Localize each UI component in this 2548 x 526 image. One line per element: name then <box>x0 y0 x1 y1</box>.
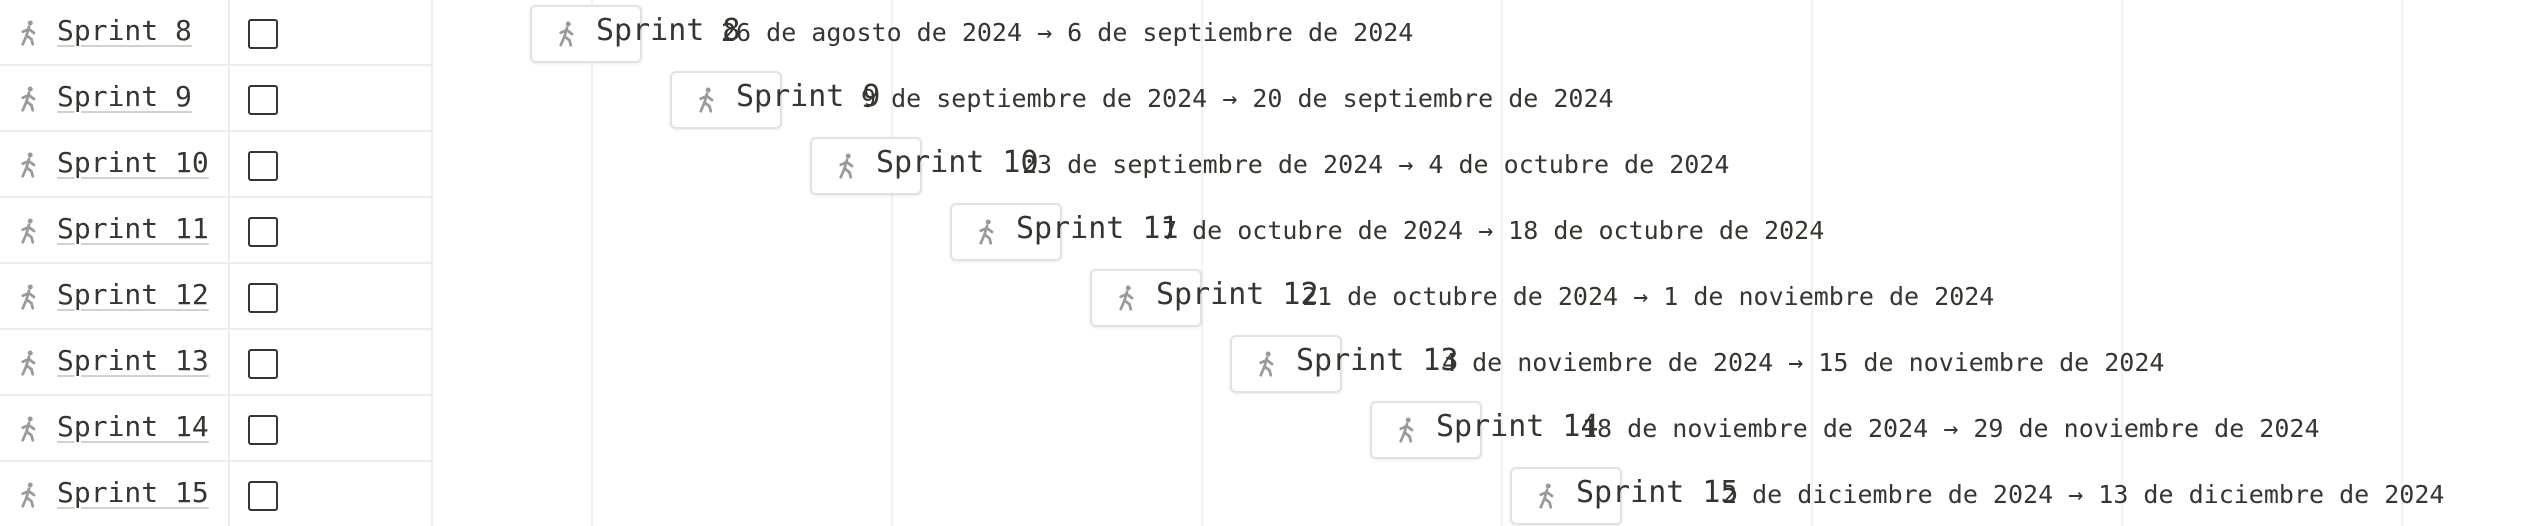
name-cell[interactable]: Sprint 12 <box>0 264 230 328</box>
timeline-row: Sprint 15 2 de diciembre de 2024 → 13 de… <box>435 462 2548 526</box>
bar-date-range: 26 de agosto de 2024 → 6 de septiembre d… <box>721 18 1414 47</box>
sprint-name-link[interactable]: Sprint 9 <box>57 80 192 114</box>
checkbox-cell <box>232 66 431 130</box>
walking-person-icon <box>692 85 722 115</box>
bar-title: Sprint 14 <box>1436 409 1599 444</box>
walking-person-icon <box>14 18 44 48</box>
walking-person-icon <box>972 217 1002 247</box>
walking-person-icon <box>14 84 44 114</box>
table-row[interactable]: Sprint 9 <box>0 66 433 132</box>
bar-date-range: 23 de septiembre de 2024 → 4 de octubre … <box>1022 150 1730 179</box>
timeline-row: Sprint 10 23 de septiembre de 2024 → 4 d… <box>435 132 2548 198</box>
bar-date-range: 18 de noviembre de 2024 → 29 de noviembr… <box>1582 414 2320 443</box>
walking-person-icon <box>1112 283 1142 313</box>
bar-title: Sprint 12 <box>1156 277 1319 312</box>
sprint-table: Sprint 8 Sprint 9 Sprint 10 Sprint 11 Sp… <box>0 0 433 526</box>
walking-person-icon <box>14 480 44 510</box>
timeline-row: Sprint 13 4 de noviembre de 2024 → 15 de… <box>435 330 2548 396</box>
checkbox-cell <box>232 264 431 328</box>
sprint-checkbox[interactable] <box>248 349 278 379</box>
sprint-name-link[interactable]: Sprint 8 <box>57 14 192 48</box>
table-row[interactable]: Sprint 14 <box>0 396 433 462</box>
walking-person-icon <box>1252 349 1282 379</box>
name-cell[interactable]: Sprint 15 <box>0 462 230 526</box>
bar-title: Sprint 10 <box>876 145 1039 180</box>
walking-person-icon <box>14 414 44 444</box>
bar-title: Sprint 15 <box>1576 475 1739 510</box>
checkbox-cell <box>232 396 431 460</box>
name-cell[interactable]: Sprint 13 <box>0 330 230 394</box>
name-cell[interactable]: Sprint 8 <box>0 0 230 64</box>
walking-person-icon <box>1532 481 1562 511</box>
timeline-row: Sprint 8 26 de agosto de 2024 → 6 de sep… <box>435 0 2548 66</box>
table-row[interactable]: Sprint 11 <box>0 198 433 264</box>
bar-date-range: 2 de diciembre de 2024 → 13 de diciembre… <box>1722 480 2445 509</box>
sprint-checkbox[interactable] <box>248 217 278 247</box>
sprint-name-link[interactable]: Sprint 14 <box>57 410 209 444</box>
sprint-checkbox[interactable] <box>248 85 278 115</box>
table-row[interactable]: Sprint 15 <box>0 462 433 526</box>
sprint-checkbox[interactable] <box>248 481 278 511</box>
bar-date-range: 9 de septiembre de 2024 → 20 de septiemb… <box>861 84 1614 113</box>
name-cell[interactable]: Sprint 9 <box>0 66 230 130</box>
timeline-row: Sprint 14 18 de noviembre de 2024 → 29 d… <box>435 396 2548 462</box>
table-row[interactable]: Sprint 12 <box>0 264 433 330</box>
checkbox-cell <box>232 462 431 526</box>
timeline-row: Sprint 11 7 de octubre de 2024 → 18 de o… <box>435 198 2548 264</box>
walking-person-icon <box>14 150 44 180</box>
walking-person-icon <box>14 216 44 246</box>
sprint-checkbox[interactable] <box>248 151 278 181</box>
bar-title: Sprint 9 <box>736 79 881 114</box>
walking-person-icon <box>14 348 44 378</box>
walking-person-icon <box>14 282 44 312</box>
bar-date-range: 4 de noviembre de 2024 → 15 de noviembre… <box>1442 348 2165 377</box>
walking-person-icon <box>832 151 862 181</box>
name-cell[interactable]: Sprint 11 <box>0 198 230 262</box>
name-cell[interactable]: Sprint 14 <box>0 396 230 460</box>
sprint-name-link[interactable]: Sprint 10 <box>57 146 209 180</box>
sprint-name-link[interactable]: Sprint 12 <box>57 278 209 312</box>
timeline-row: Sprint 12 21 de octubre de 2024 → 1 de n… <box>435 264 2548 330</box>
checkbox-cell <box>232 0 431 64</box>
name-cell[interactable]: Sprint 10 <box>0 132 230 196</box>
bar-title: Sprint 8 <box>596 13 741 48</box>
timeline-area[interactable]: Sprint 8 26 de agosto de 2024 → 6 de sep… <box>435 0 2548 526</box>
bar-date-range: 21 de octubre de 2024 → 1 de noviembre d… <box>1302 282 1995 311</box>
sprint-name-link[interactable]: Sprint 15 <box>57 476 209 510</box>
bar-date-range: 7 de octubre de 2024 → 18 de octubre de … <box>1162 216 1825 245</box>
checkbox-cell <box>232 198 431 262</box>
sprint-checkbox[interactable] <box>248 283 278 313</box>
bar-title: Sprint 13 <box>1296 343 1459 378</box>
checkbox-cell <box>232 330 431 394</box>
table-row[interactable]: Sprint 8 <box>0 0 433 66</box>
checkbox-cell <box>232 132 431 196</box>
timeline-row: Sprint 9 9 de septiembre de 2024 → 20 de… <box>435 66 2548 132</box>
bar-title: Sprint 11 <box>1016 211 1179 246</box>
sprint-checkbox[interactable] <box>248 19 278 49</box>
walking-person-icon <box>1392 415 1422 445</box>
table-row[interactable]: Sprint 13 <box>0 330 433 396</box>
table-row[interactable]: Sprint 10 <box>0 132 433 198</box>
walking-person-icon <box>552 19 582 49</box>
sprint-name-link[interactable]: Sprint 13 <box>57 344 209 378</box>
gantt-view: Sprint 8 Sprint 9 Sprint 10 Sprint 11 Sp… <box>0 0 2548 526</box>
sprint-name-link[interactable]: Sprint 11 <box>57 212 209 246</box>
sprint-checkbox[interactable] <box>248 415 278 445</box>
